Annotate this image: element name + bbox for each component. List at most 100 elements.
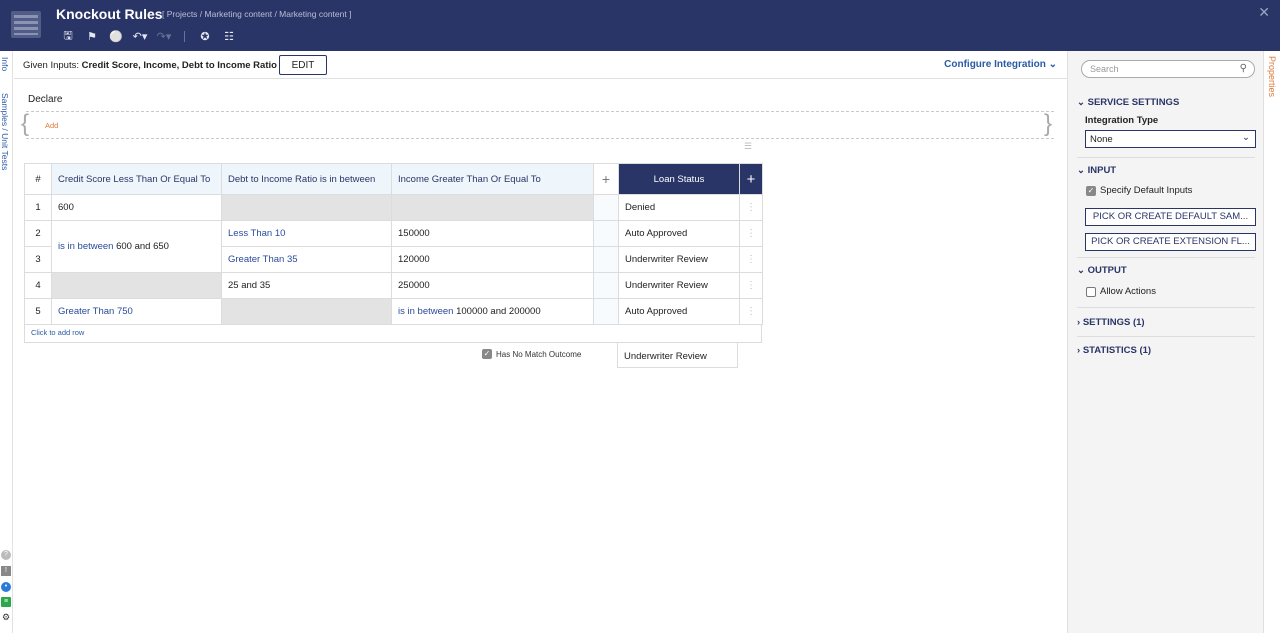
debt-cell[interactable]: Greater Than 35 [221,246,392,273]
allow-actions-label: Allow Actions [1100,286,1156,297]
debt-cell[interactable]: Less Than 10 [221,220,392,247]
rules-table-icon [11,11,41,38]
tab-properties[interactable]: Properties [1267,56,1277,97]
configure-integration-link[interactable]: Configure Integration ⌄ [944,59,1057,70]
specify-default-inputs-checkbox[interactable]: ✓ Specify Default Inputs [1086,185,1192,196]
divider [1077,307,1255,308]
row-number: 1 [24,194,52,221]
spacer-cell [593,246,619,273]
table-row[interactable]: 1 600 Denied ⋮ [24,194,763,221]
allow-actions-checkbox[interactable]: Allow Actions [1086,286,1156,297]
spacer-cell [593,298,619,325]
tab-info[interactable]: Info [0,57,10,71]
section-output[interactable]: ⌄ OUTPUT [1077,265,1127,276]
col-income[interactable]: Income Greater Than Or Equal To [391,163,594,195]
condition-value: 35 [286,254,298,265]
search-input[interactable]: Search ⚲ [1081,60,1255,78]
undo-icon[interactable]: ↶▾ [128,28,152,44]
declare-box[interactable] [26,111,1054,139]
hierarchy-icon[interactable]: ☷ [217,28,241,44]
add-input-column-button[interactable]: + [593,163,619,195]
table-row[interactable]: 5 Greater Than 750 is in between 100000 … [24,298,763,325]
income-cell[interactable] [391,194,594,221]
row-number: 4 [24,272,52,299]
right-brace-icon: } [1044,110,1053,137]
integration-type-select[interactable]: None ⌄ [1085,130,1256,148]
left-rail: Info Samples / Unit Tests ? ! • ≡ ⚙ [0,51,13,633]
flag-icon[interactable]: ⚑ [80,28,104,44]
pick-extension-button[interactable]: PICK OR CREATE EXTENSION FL... [1085,233,1256,251]
condition-operator: is in between [58,241,114,252]
help-icon[interactable]: ? [1,550,11,560]
table-row[interactable]: 2 is in between 600 and 650 Less Than 10… [24,220,763,273]
breadcrumb[interactable]: [ Projects / Marketing content / Marketi… [162,9,351,19]
sheet-icon[interactable]: ≡ [1,597,11,607]
warning-icon[interactable]: ! [1,566,11,576]
rules-table: # Credit Score Less Than Or Equal To Deb… [24,163,763,325]
add-row-link[interactable]: Click to add row [24,324,762,343]
given-inputs-values: Credit Score, Income, Debt to Income Rat… [81,60,277,71]
condition-value: 750 [116,306,133,317]
section-output-label: OUTPUT [1087,265,1127,276]
integration-type-value: None [1090,134,1113,145]
row-menu-icon[interactable]: ⋮ [739,220,763,247]
row-menu-icon[interactable]: ⋮ [739,246,763,273]
divider [1077,336,1255,337]
col-debt-ratio[interactable]: Debt to Income Ratio is in between [221,163,392,195]
row-number: 2 [24,220,52,247]
divider [1077,157,1255,158]
declare-add-link[interactable]: Add [45,121,58,130]
section-service-settings[interactable]: ⌄ SERVICE SETTINGS [1077,97,1179,108]
section-statistics[interactable]: › STATISTICS (1) [1077,345,1151,356]
table-row[interactable]: 4 25 and 35 250000 Underwriter Review ⋮ [24,272,763,299]
chevron-down-icon: ⌄ [1077,165,1085,176]
credit-cell[interactable]: Greater Than 750 [51,298,222,325]
no-match-value-cell[interactable]: Underwriter Review [617,342,738,368]
col-number: # [24,163,52,195]
no-match-label: Has No Match Outcome [496,349,582,359]
credit-cell[interactable]: is in between 600 and 650 [51,220,222,273]
checkbox-checked-icon: ✓ [1086,185,1096,196]
edit-button[interactable]: EDIT [279,55,327,75]
search-placeholder: Search [1090,64,1119,74]
section-settings[interactable]: › SETTINGS (1) [1077,317,1145,328]
credit-cell[interactable]: 600 [51,194,222,221]
row-menu-icon[interactable]: ⋮ [739,298,763,325]
status-cell[interactable]: Underwriter Review [618,246,740,273]
debt-cell[interactable]: 25 and 35 [221,272,392,299]
filter-icon[interactable]: ☰ [744,141,752,152]
debt-cell[interactable] [221,298,392,325]
status-cell[interactable]: Underwriter Review [618,272,740,299]
no-match-checkbox[interactable]: ✓ [482,349,492,359]
status-cell[interactable]: Auto Approved [618,220,740,247]
redo-icon[interactable]: ↷▾ [152,28,176,44]
income-cell[interactable]: 120000 [391,246,594,273]
close-icon[interactable]: ✕ [1258,4,1270,21]
status-cell[interactable]: Auto Approved [618,298,740,325]
properties-tab[interactable]: Properties [1263,51,1280,633]
credit-cell[interactable] [51,272,222,299]
section-input[interactable]: ⌄ INPUT [1077,165,1116,176]
settings-gear-icon[interactable]: ⚙ [1,612,11,622]
condition-value: 100000 and 200000 [456,306,541,317]
pick-default-sample-button[interactable]: PICK OR CREATE DEFAULT SAM... [1085,208,1256,226]
col-loan-status[interactable]: Loan Status [618,163,740,195]
chat-icon[interactable]: • [1,582,11,592]
row-menu-icon[interactable]: ⋮ [739,272,763,299]
tab-samples-unit-tests[interactable]: Samples / Unit Tests [0,93,10,170]
no-match-outcome[interactable]: ✓ Has No Match Outcome [482,349,581,359]
income-cell[interactable]: 150000 [391,220,594,247]
top-bar: Knockout Rules [ Projects / Marketing co… [0,0,1280,51]
income-cell[interactable]: is in between 100000 and 200000 [391,298,594,325]
debug-icon[interactable]: ✪ [193,28,217,44]
row-menu-icon[interactable]: ⋮ [739,194,763,221]
debt-cell[interactable] [221,194,392,221]
status-cell[interactable]: Denied [618,194,740,221]
add-output-column-button[interactable]: + [739,163,763,195]
col-credit-score[interactable]: Credit Score Less Than Or Equal To [51,163,222,195]
spacer-cell [593,220,619,247]
condition-value: 10 [274,228,286,239]
tag-icon[interactable]: ⚪ [104,28,128,44]
save-icon[interactable]: 🖫 [56,28,80,44]
income-cell[interactable]: 250000 [391,272,594,299]
